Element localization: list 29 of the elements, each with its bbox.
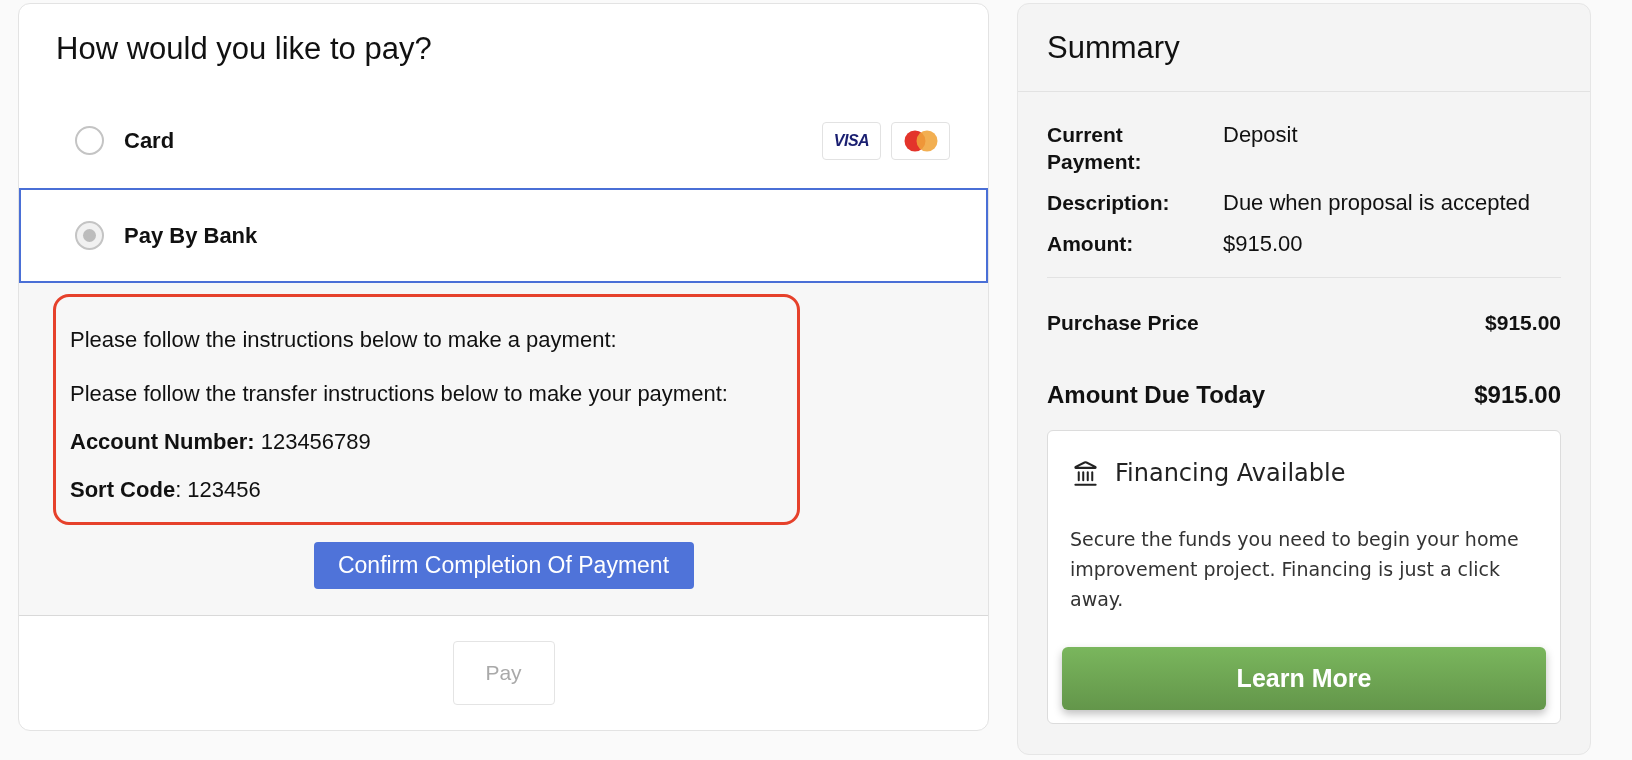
learn-more-button[interactable]: Learn More <box>1062 647 1546 710</box>
instruction-text: Account Number: 123456789 <box>70 429 372 455</box>
total-label: Purchase Price <box>1047 310 1199 336</box>
instruction-text: Sort Code: 123456 <box>70 477 262 503</box>
detail-value: Due when proposal is accepted <box>1223 189 1531 216</box>
financing-title: Financing Available <box>1115 458 1346 488</box>
summary-title: Summary <box>1047 29 1180 66</box>
instruction-text: Please follow the instructions below to make a payment: <box>70 327 618 353</box>
detail-value: Deposit <box>1223 121 1299 149</box>
detail-label: Description: <box>1047 190 1171 216</box>
financing-text: Secure the funds you need to begin your home improvement project. Financing is just a click away. <box>1069 527 1520 612</box>
option-label: Pay By Bank <box>124 222 258 250</box>
instruction-text: Please follow the transfer instructions below to make your payment: <box>70 381 729 407</box>
option-label: Card <box>124 127 175 155</box>
detail-label: Current Payment: <box>1047 122 1143 175</box>
total-label: Amount Due Today <box>1047 380 1266 410</box>
radio-button[interactable] <box>75 221 104 250</box>
detail-value: $915.00 <box>1223 230 1304 257</box>
radio-button[interactable] <box>75 126 104 155</box>
payment-option[interactable]: Pay By Bank <box>19 188 988 283</box>
payment-option[interactable]: Card VISA <box>19 93 988 188</box>
total-value: $915.00 <box>1485 310 1561 336</box>
confirm-payment-button[interactable]: Confirm Completion Of Payment <box>313 542 694 589</box>
total-value: $915.00 <box>1474 380 1561 410</box>
visa-logo: VISA <box>822 121 881 160</box>
payment-title: How would you like to pay? <box>56 29 432 68</box>
overlapping-circles-icon <box>891 121 950 160</box>
bank-icon <box>1072 459 1099 487</box>
detail-label: Amount: <box>1047 231 1135 257</box>
